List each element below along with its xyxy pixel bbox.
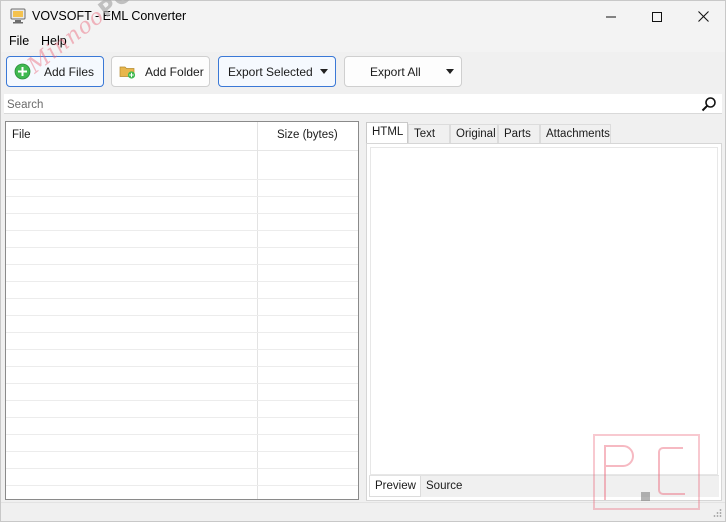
file-list-empty-row: [6, 469, 358, 486]
file-list[interactable]: File Size (bytes): [5, 121, 359, 500]
minimize-button[interactable]: [588, 1, 634, 32]
menu-bar: File Help: [1, 32, 725, 52]
window-title: VOVSOFT - EML Converter: [32, 9, 187, 23]
file-list-empty-row: [6, 265, 358, 282]
file-list-empty-row: [6, 418, 358, 435]
column-header-file[interactable]: File: [12, 129, 31, 141]
close-button[interactable]: [680, 1, 726, 32]
file-list-header: File Size (bytes): [6, 122, 358, 151]
file-list-empty-row: [6, 384, 358, 401]
file-list-empty-row: [6, 299, 358, 316]
menu-help[interactable]: Help: [41, 34, 67, 48]
add-folder-label: Add Folder: [145, 65, 204, 79]
file-list-empty-row: [6, 282, 358, 299]
subtab-preview[interactable]: Preview: [369, 476, 421, 497]
viewer-tab-bar: HTML Text Original Parts Attachments: [366, 122, 722, 144]
tab-parts[interactable]: Parts: [498, 124, 540, 143]
file-list-empty-row: [6, 231, 358, 248]
tab-html[interactable]: HTML: [366, 122, 408, 144]
chevron-down-icon[interactable]: [446, 69, 454, 74]
status-bar: [1, 502, 725, 521]
title-bar: VOVSOFT - EML Converter: [1, 1, 725, 32]
tab-text[interactable]: Text: [408, 124, 450, 143]
search-icon[interactable]: [701, 96, 717, 112]
search-bar: [4, 94, 722, 114]
file-list-empty-row: [6, 180, 358, 197]
viewer-subtab-bar: Preview Source: [369, 475, 719, 497]
menu-file[interactable]: File: [9, 34, 29, 48]
app-window: VOVSOFT - EML Converter File Help Add Fi…: [0, 0, 726, 522]
file-list-empty-row: [6, 197, 358, 214]
toolbar: Add Files Add Folder Export Selected Exp…: [1, 52, 725, 94]
file-list-empty-row: [6, 367, 358, 384]
tab-attachments[interactable]: Attachments: [540, 124, 611, 143]
export-selected-label: Export Selected: [228, 65, 313, 79]
file-list-empty-row: [6, 333, 358, 350]
file-list-empty-row: [6, 163, 358, 180]
folder-add-icon: [119, 66, 136, 79]
add-files-button[interactable]: Add Files: [6, 56, 104, 87]
chevron-down-icon[interactable]: [320, 69, 328, 74]
subtab-source[interactable]: Source: [421, 476, 463, 497]
export-all-label: Export All: [370, 65, 421, 79]
html-preview-area[interactable]: [370, 147, 718, 475]
minimize-icon: [606, 16, 616, 17]
export-all-button[interactable]: Export All: [344, 56, 462, 87]
file-list-empty-row: [6, 214, 358, 231]
column-header-size[interactable]: Size (bytes): [277, 129, 338, 141]
app-icon: [10, 8, 26, 24]
tab-original[interactable]: Original: [450, 124, 498, 143]
file-list-empty-row: [6, 316, 358, 333]
viewer-panel: [366, 143, 722, 501]
add-files-label: Add Files: [44, 65, 95, 79]
search-input[interactable]: [7, 97, 687, 112]
close-icon: [697, 11, 709, 22]
file-list-empty-row: [6, 401, 358, 418]
file-list-empty-row: [6, 350, 358, 367]
export-selected-button[interactable]: Export Selected: [218, 56, 336, 87]
maximize-icon: [652, 11, 662, 22]
add-folder-button[interactable]: Add Folder: [111, 56, 210, 87]
maximize-button[interactable]: [634, 1, 680, 32]
file-list-empty-row: [6, 248, 358, 265]
file-list-empty-row: [6, 435, 358, 452]
resize-grip-icon[interactable]: [712, 508, 722, 518]
file-list-empty-row: [6, 452, 358, 469]
plus-circle-icon: [14, 63, 31, 80]
